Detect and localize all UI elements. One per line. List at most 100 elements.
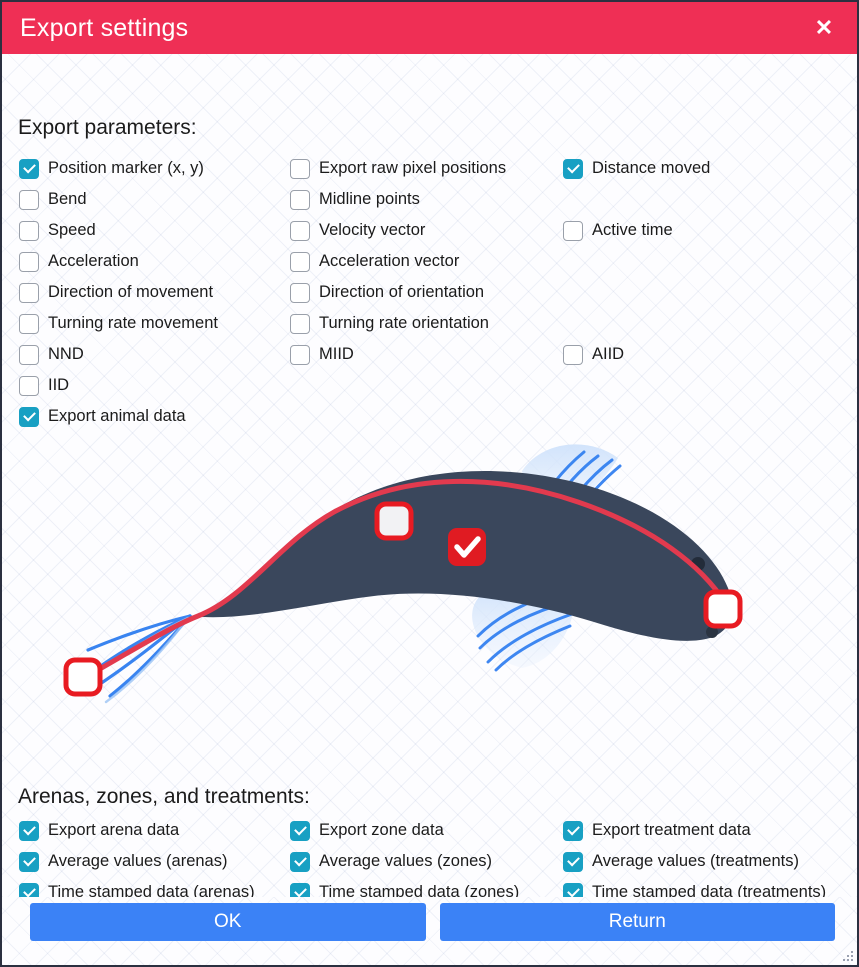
checkbox-unchecked-icon[interactable]: [290, 313, 310, 334]
checkbox-unchecked-icon[interactable]: [19, 313, 39, 334]
pectoral-fin-icon: [472, 588, 574, 672]
checkbox-unchecked-icon[interactable]: [290, 158, 310, 179]
parameter-label: Bend: [48, 190, 87, 209]
center-marker: [374, 501, 414, 541]
checkbox-unchecked-icon[interactable]: [19, 220, 39, 241]
dorsal-fin-icon: [522, 444, 622, 530]
checkbox-unchecked-icon[interactable]: [19, 282, 39, 303]
arena-option-row[interactable]: Average values (arenas): [19, 846, 255, 877]
parameter-row[interactable]: Distance moved: [563, 153, 710, 184]
checkbox-checked-icon[interactable]: [19, 851, 39, 872]
checkbox-unchecked-icon[interactable]: [19, 251, 39, 272]
parameter-row[interactable]: Export animal data: [19, 401, 218, 432]
arena-option-label: Time stamped data (zones): [319, 883, 520, 897]
parameter-label: AIID: [592, 345, 625, 364]
arena-option-row[interactable]: Export arena data: [19, 815, 255, 846]
parameter-row[interactable]: Position marker (x, y): [19, 153, 218, 184]
checkbox-checked-icon[interactable]: [19, 158, 39, 179]
parameter-row[interactable]: Acceleration vector: [290, 246, 506, 277]
parameter-row[interactable]: Direction of movement: [19, 277, 218, 308]
checkbox-unchecked-icon[interactable]: [290, 251, 310, 272]
parameter-row[interactable]: Velocity vector: [290, 215, 506, 246]
arena-option-label: Average values (treatments): [592, 852, 799, 871]
parameter-row[interactable]: Export raw pixel positions: [290, 153, 506, 184]
checkbox-checked-icon[interactable]: [290, 851, 310, 872]
checkbox-checked-icon[interactable]: [19, 820, 39, 841]
arena-option-label: Export arena data: [48, 821, 180, 840]
parameter-label: Export raw pixel positions: [319, 159, 507, 178]
checkbox-unchecked-icon[interactable]: [19, 189, 39, 210]
resize-grip-icon[interactable]: [840, 948, 853, 961]
arena-option-row[interactable]: Average values (treatments): [563, 846, 826, 877]
parameter-row[interactable]: Bend: [19, 184, 218, 215]
parameter-label: Velocity vector: [319, 221, 426, 240]
selected-check-badge: [448, 528, 486, 566]
checkbox-unchecked-icon[interactable]: [563, 344, 583, 365]
parameter-label: Midline points: [319, 190, 420, 209]
checkbox-checked-icon[interactable]: [290, 820, 310, 841]
checkbox-checked-icon[interactable]: [19, 882, 39, 897]
arena-option-label: Export zone data: [319, 821, 444, 840]
arenas-zones-treatments-heading: Arenas, zones, and treatments:: [18, 785, 310, 808]
arena-option-label: Time stamped data (arenas): [48, 883, 255, 897]
parameter-row[interactable]: Midline points: [290, 184, 506, 215]
parameter-label: Position marker (x, y): [48, 159, 204, 178]
arena-option-label: Average values (zones): [319, 852, 493, 871]
arena-option-label: Export treatment data: [592, 821, 751, 840]
arena-option-row[interactable]: Average values (zones): [290, 846, 568, 877]
checkbox-unchecked-icon[interactable]: [563, 220, 583, 241]
checkbox-checked-icon[interactable]: [563, 882, 583, 897]
checkbox-checked-icon[interactable]: [19, 406, 39, 427]
arena-option-label: Time stamped data (treatments): [592, 883, 827, 897]
checkbox-unchecked-icon[interactable]: [19, 344, 39, 365]
export-settings-dialog: Export settings ✕ Export parameters: Pos…: [0, 0, 859, 967]
fish-illustration: [63, 444, 743, 704]
parameter-row[interactable]: Acceleration: [19, 246, 218, 277]
parameter-row[interactable]: NND: [19, 339, 218, 370]
checkbox-checked-icon[interactable]: [563, 820, 583, 841]
arena-option-row[interactable]: Time stamped data (zones): [290, 877, 568, 897]
tail-marker: [63, 657, 103, 697]
parameters-column-1: Position marker (x, y) Bend Speed Accelerat…: [19, 153, 218, 432]
dialog-footer: OK Return: [2, 897, 857, 965]
arena-option-row[interactable]: Export treatment data: [563, 815, 826, 846]
checkbox-unchecked-icon[interactable]: [19, 375, 39, 396]
fish-body: [190, 470, 733, 641]
parameter-row[interactable]: IID: [19, 370, 218, 401]
parameter-label: MIID: [319, 345, 354, 364]
checkbox-unchecked-icon[interactable]: [290, 220, 310, 241]
parameter-label: Distance moved: [592, 159, 711, 178]
arenas-column-3: Export treatment data Average values (tre…: [563, 815, 826, 897]
title-bar: Export settings ✕: [2, 2, 857, 54]
parameter-label: Speed: [48, 221, 96, 240]
parameter-label: IID: [48, 376, 70, 395]
head-marker: [703, 589, 743, 629]
parameter-row[interactable]: Speed: [19, 215, 218, 246]
arena-option-row[interactable]: Time stamped data (treatments): [563, 877, 826, 897]
fish-nostril: [706, 626, 718, 638]
checkbox-unchecked-icon[interactable]: [290, 282, 310, 303]
fish-eye: [691, 557, 705, 571]
arena-option-label: Average values (arenas): [48, 852, 228, 871]
checkbox-checked-icon[interactable]: [563, 158, 583, 179]
arena-option-row[interactable]: Export zone data: [290, 815, 568, 846]
checkbox-checked-icon[interactable]: [563, 851, 583, 872]
parameter-row[interactable]: Turning rate movement: [19, 308, 218, 339]
parameter-label: Active time: [592, 221, 673, 240]
checkbox-checked-icon[interactable]: [290, 882, 310, 897]
checkbox-unchecked-icon[interactable]: [290, 344, 310, 365]
parameters-column-3: Distance moved Active time AIID: [563, 153, 710, 432]
checkbox-unchecked-icon[interactable]: [290, 189, 310, 210]
parameter-label: Acceleration: [48, 252, 139, 271]
parameter-row[interactable]: MIID: [290, 339, 506, 370]
return-button[interactable]: Return: [439, 903, 835, 941]
parameter-row[interactable]: Turning rate orientation: [290, 308, 506, 339]
parameter-label: Export animal data: [48, 407, 186, 426]
close-icon[interactable]: ✕: [807, 11, 841, 45]
parameter-row[interactable]: Active time: [563, 215, 710, 246]
dialog-body: Export parameters: Position marker (x, y…: [2, 54, 857, 897]
parameter-row[interactable]: Direction of orientation: [290, 277, 506, 308]
ok-button[interactable]: OK: [30, 903, 426, 941]
arena-option-row[interactable]: Time stamped data (arenas): [19, 877, 255, 897]
parameter-row[interactable]: AIID: [563, 339, 710, 370]
